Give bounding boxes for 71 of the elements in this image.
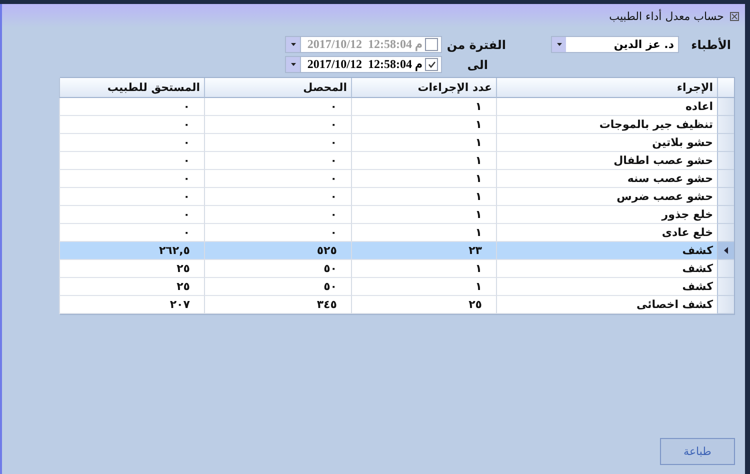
table-cell: ٥٠ bbox=[204, 278, 351, 296]
window-title: حساب معدل أداء الطبيب bbox=[609, 10, 724, 22]
table-cell: ١ bbox=[351, 134, 496, 152]
table-cell: ١ bbox=[351, 188, 496, 206]
table-cell: ٠ bbox=[204, 224, 351, 242]
table-cell: ١ bbox=[351, 206, 496, 224]
column-header[interactable]: الإجراء bbox=[496, 78, 717, 98]
table-cell: ٢٥ bbox=[59, 260, 204, 278]
column-header[interactable]: عدد الإجراءات bbox=[351, 78, 496, 98]
table-cell: ٠ bbox=[59, 134, 204, 152]
table-cell: ١ bbox=[351, 278, 496, 296]
table-cell: ٢٦٢,٥ bbox=[59, 242, 204, 260]
table-cell: كشف bbox=[496, 242, 717, 260]
table-cell: حشو عصب ضرس bbox=[496, 188, 717, 206]
table-cell: ٠ bbox=[204, 152, 351, 170]
date-picker[interactable]: 2017/10/12 12:58:04 م bbox=[285, 56, 442, 73]
table-cell: حشو بلاتين bbox=[496, 134, 717, 152]
table-cell: ٠ bbox=[204, 170, 351, 188]
check-icon bbox=[428, 61, 436, 68]
table-cell: كشف اخصائى bbox=[496, 296, 717, 314]
table-cell: ٠ bbox=[59, 170, 204, 188]
table-cell: ٠ bbox=[59, 206, 204, 224]
table-cell: ٢٥ bbox=[59, 278, 204, 296]
table-cell: حشو عصب اطفال bbox=[496, 152, 717, 170]
table-cell: ١ bbox=[351, 98, 496, 116]
table-cell: ٥٠ bbox=[204, 260, 351, 278]
table-cell: ١ bbox=[351, 116, 496, 134]
table-cell: ١ bbox=[351, 260, 496, 278]
table-cell: ٠ bbox=[204, 188, 351, 206]
table-cell: خلع جذور bbox=[496, 206, 717, 224]
field-label: الفترة من bbox=[446, 38, 506, 52]
table-cell: ١ bbox=[351, 152, 496, 170]
row-header[interactable] bbox=[717, 242, 734, 260]
table-cell: ٠ bbox=[204, 206, 351, 224]
doctor-dropdown[interactable]: د. عز الدين bbox=[551, 36, 679, 53]
table-cell: ٠ bbox=[204, 116, 351, 134]
table-cell: حشو عصب سنه bbox=[496, 170, 717, 188]
table-cell: ٢٣ bbox=[351, 242, 496, 260]
table-cell: ٠ bbox=[59, 224, 204, 242]
table-cell: ٣٤٥ bbox=[204, 296, 351, 314]
table-cell: ٠ bbox=[59, 98, 204, 116]
caret-icon bbox=[290, 43, 296, 46]
date-value: 2017/10/12 12:58:04 م bbox=[306, 57, 423, 72]
table-cell: كشف bbox=[496, 278, 717, 296]
field-label: الأطباء bbox=[690, 38, 731, 52]
date-value: 2017/10/12 12:58:04 م bbox=[306, 37, 423, 52]
caret-icon bbox=[556, 43, 562, 46]
table-cell: ٠ bbox=[204, 98, 351, 116]
table-cell: كشف bbox=[496, 260, 717, 278]
column-header[interactable]: المحصل bbox=[204, 78, 351, 98]
checkbox[interactable] bbox=[425, 38, 438, 51]
caret-icon bbox=[290, 63, 296, 66]
row-pointer-icon bbox=[724, 247, 728, 254]
table-cell: ١ bbox=[351, 224, 496, 242]
table-cell: اعاده bbox=[496, 98, 717, 116]
table-cell: ٠ bbox=[59, 188, 204, 206]
dropdown-button[interactable] bbox=[286, 37, 301, 52]
checkbox[interactable] bbox=[425, 58, 438, 71]
dropdown-button[interactable] bbox=[286, 57, 301, 72]
table-cell: تنظيف جير بالموجات bbox=[496, 116, 717, 134]
column-header[interactable]: المستحق للطبيب bbox=[59, 78, 204, 98]
table-cell: ٠ bbox=[59, 152, 204, 170]
table-cell: ٥٢٥ bbox=[204, 242, 351, 260]
table-cell: ٠ bbox=[59, 116, 204, 134]
table-cell: خلع عادى bbox=[496, 224, 717, 242]
table-cell: ٠ bbox=[204, 134, 351, 152]
table-cell: ٢٥ bbox=[351, 296, 496, 314]
close-icon[interactable] bbox=[730, 12, 739, 20]
table-cell: ١ bbox=[351, 170, 496, 188]
table-cell: ٢٠٧ bbox=[59, 296, 204, 314]
field-label: الى bbox=[466, 58, 489, 72]
